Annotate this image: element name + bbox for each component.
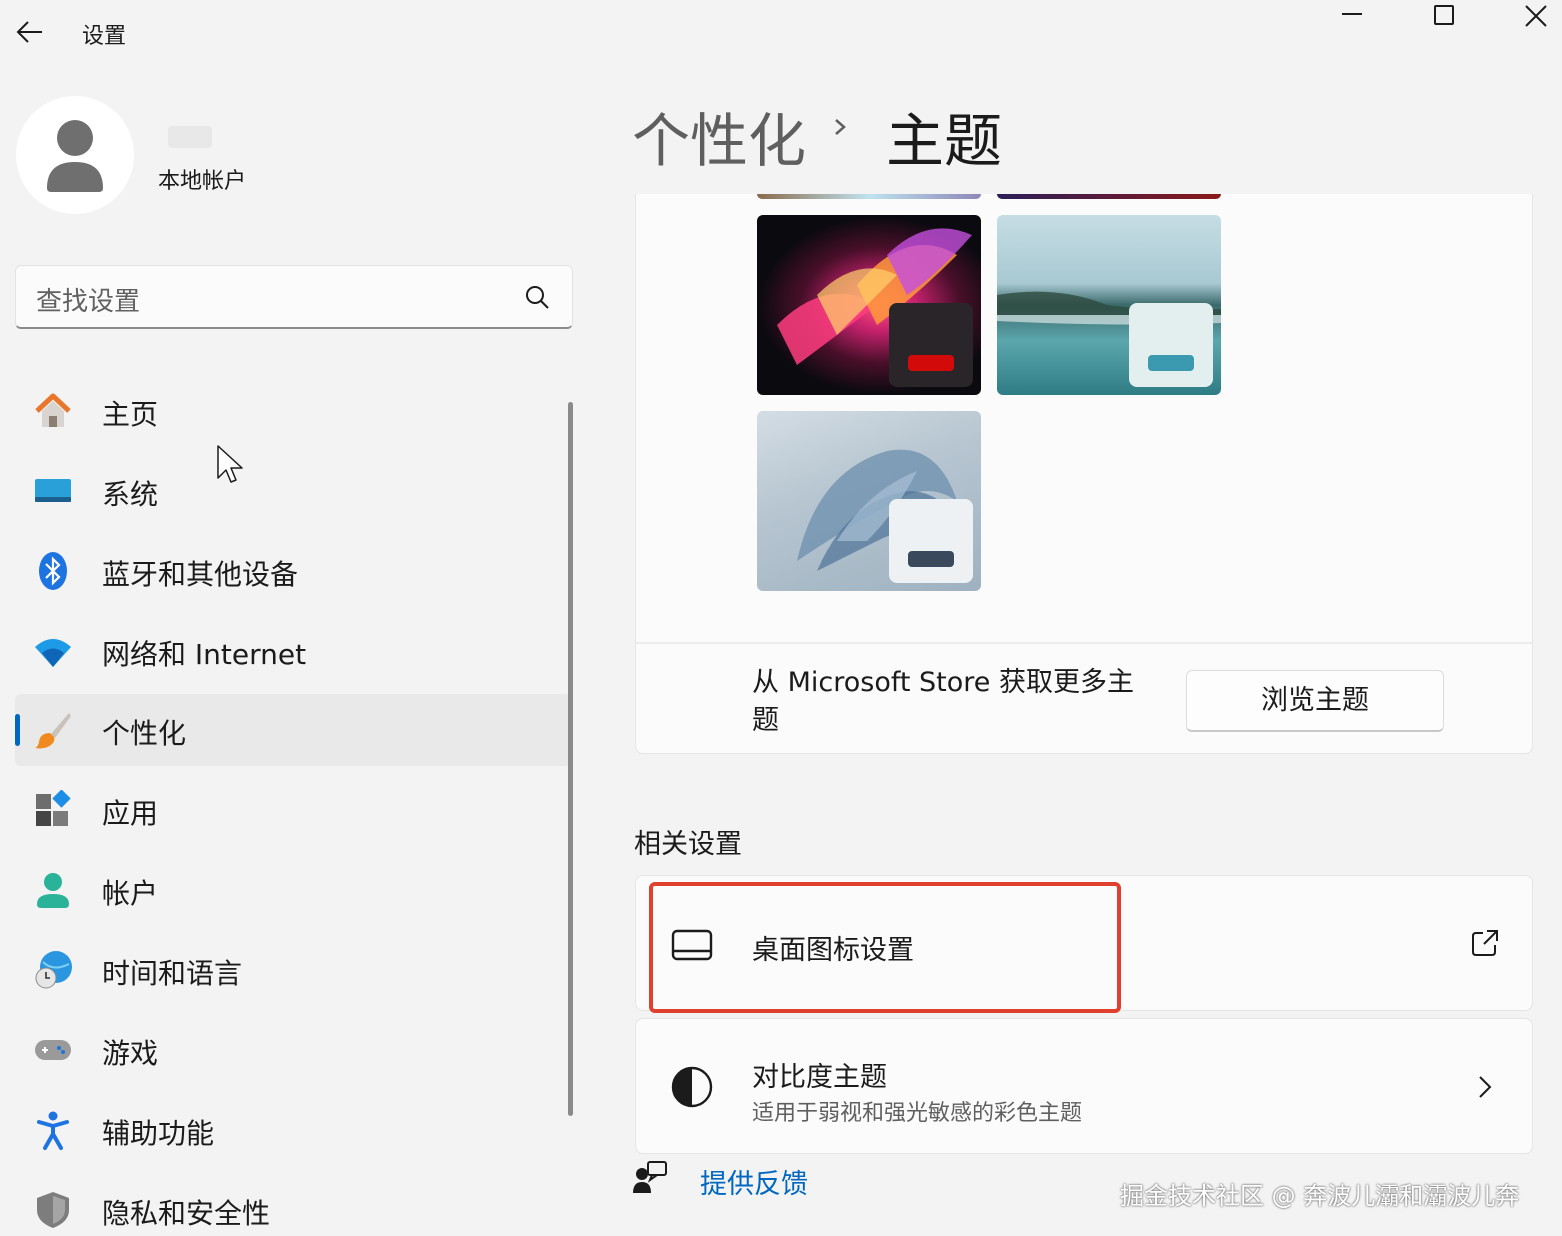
- user-icon: [47, 120, 103, 192]
- close-button[interactable]: [1516, 4, 1556, 30]
- mouse-cursor-icon: [217, 445, 243, 483]
- minimize-button[interactable]: [1332, 4, 1372, 30]
- back-arrow-icon: [16, 21, 42, 43]
- monitor-icon: [671, 929, 713, 961]
- maximize-icon: [1434, 5, 1454, 25]
- sidebar-item-accounts[interactable]: 帐户: [15, 854, 571, 926]
- theme-accent-bar: [908, 551, 954, 567]
- sidebar-item-label: 隐私和安全性: [102, 1197, 271, 1230]
- sidebar-item-personalization[interactable]: 个性化: [15, 694, 571, 766]
- open-external-icon: [1472, 930, 1498, 956]
- wifi-icon: [35, 639, 71, 667]
- avatar[interactable]: [16, 96, 134, 214]
- brush-icon: [35, 713, 71, 749]
- gamepad-icon: [35, 1040, 71, 1060]
- shield-icon: [37, 1192, 69, 1228]
- account-type: 本地帐户: [158, 169, 247, 194]
- card-subtitle: 适用于弱视和强光敏感的彩色主题: [752, 1101, 1083, 1126]
- theme-tile-glow[interactable]: [757, 215, 981, 395]
- selection-indicator: [15, 714, 20, 746]
- theme-tile-partial[interactable]: [757, 194, 981, 199]
- page-title: 主题: [886, 107, 1003, 175]
- card-title: 桌面图标设置: [752, 935, 914, 966]
- sidebar-item-label: 网络和 Internet: [102, 638, 307, 671]
- theme-tile-bloom[interactable]: [757, 411, 981, 591]
- card-title: 对比度主题: [752, 1062, 887, 1093]
- contrast-icon: [671, 1066, 713, 1108]
- theme-accent-bar: [908, 355, 954, 371]
- globe-clock-icon: [35, 951, 72, 989]
- account-icon: [37, 873, 69, 908]
- maximize-button[interactable]: [1424, 4, 1464, 30]
- minimize-icon: [1342, 13, 1362, 15]
- sidebar-item-label: 辅助功能: [102, 1117, 215, 1150]
- sidebar-item-accessibility[interactable]: 辅助功能: [15, 1094, 571, 1166]
- theme-preview-window: [1129, 303, 1213, 387]
- apps-icon: [36, 790, 71, 826]
- account-name-redacted: [168, 126, 212, 148]
- theme-preview-window: [889, 303, 973, 387]
- sidebar-item-label: 帐户: [102, 877, 159, 910]
- sidebar-item-apps[interactable]: 应用: [15, 774, 571, 846]
- feedback-link[interactable]: 提供反馈: [700, 1162, 808, 1201]
- themes-gallery: [635, 194, 1533, 642]
- sidebar-item-label: 个性化: [102, 717, 187, 750]
- theme-accent-bar: [1148, 355, 1194, 371]
- theme-tile-lake[interactable]: [997, 215, 1221, 395]
- back-button[interactable]: [14, 18, 46, 46]
- sidebar-item-network[interactable]: 网络和 Internet: [15, 615, 571, 687]
- desktop-icon-settings-card[interactable]: 桌面图标设置: [635, 875, 1533, 1011]
- close-icon: [1525, 5, 1547, 27]
- sidebar-scrollbar[interactable]: [568, 402, 573, 1116]
- contrast-themes-card[interactable]: 对比度主题 适用于弱视和强光敏感的彩色主题: [635, 1018, 1533, 1154]
- home-icon: [35, 393, 71, 427]
- sidebar-item-gaming[interactable]: 游戏: [15, 1014, 571, 1086]
- app-title: 设置: [82, 24, 127, 49]
- sidebar-item-label: 应用: [102, 797, 159, 830]
- chevron-right-icon: [1479, 1076, 1492, 1098]
- theme-preview-window: [889, 499, 973, 583]
- related-settings-heading: 相关设置: [634, 829, 742, 860]
- breadcrumb-parent[interactable]: 个性化: [632, 94, 806, 178]
- sidebar-item-system[interactable]: 系统: [15, 455, 571, 527]
- feedback-icon: [633, 1161, 667, 1193]
- store-description: 从 Microsoft Store 获取更多主题: [752, 667, 1134, 736]
- search-input[interactable]: 查找设置: [15, 265, 573, 329]
- store-themes-row: 从 Microsoft Store 获取更多主题 浏览主题: [635, 642, 1533, 754]
- sidebar-item-label: 系统: [102, 478, 159, 511]
- theme-tile-partial[interactable]: [997, 194, 1221, 199]
- sidebar-item-label: 蓝牙和其他设备: [102, 558, 299, 591]
- sidebar-item-privacy[interactable]: 隐私和安全性: [15, 1174, 571, 1236]
- watermark: 掘金技术社区 @ 奔波儿灞和灞波儿奔: [1120, 1182, 1520, 1210]
- sidebar-item-time-language[interactable]: 时间和语言: [15, 934, 571, 1006]
- search-icon[interactable]: [524, 284, 550, 310]
- search-placeholder: 查找设置: [36, 287, 141, 317]
- bluetooth-icon: [39, 552, 67, 590]
- sidebar-item-bluetooth[interactable]: 蓝牙和其他设备: [15, 535, 571, 607]
- system-icon: [35, 479, 71, 502]
- sidebar-item-label: 时间和语言: [102, 957, 243, 990]
- sidebar-item-label: 主页: [102, 398, 159, 431]
- chevron-right-icon: [835, 119, 846, 135]
- accessibility-icon: [37, 1111, 69, 1150]
- sidebar-item-label: 游戏: [102, 1037, 159, 1070]
- browse-themes-button[interactable]: 浏览主题: [1186, 670, 1444, 732]
- sidebar-item-home[interactable]: 主页: [15, 375, 571, 447]
